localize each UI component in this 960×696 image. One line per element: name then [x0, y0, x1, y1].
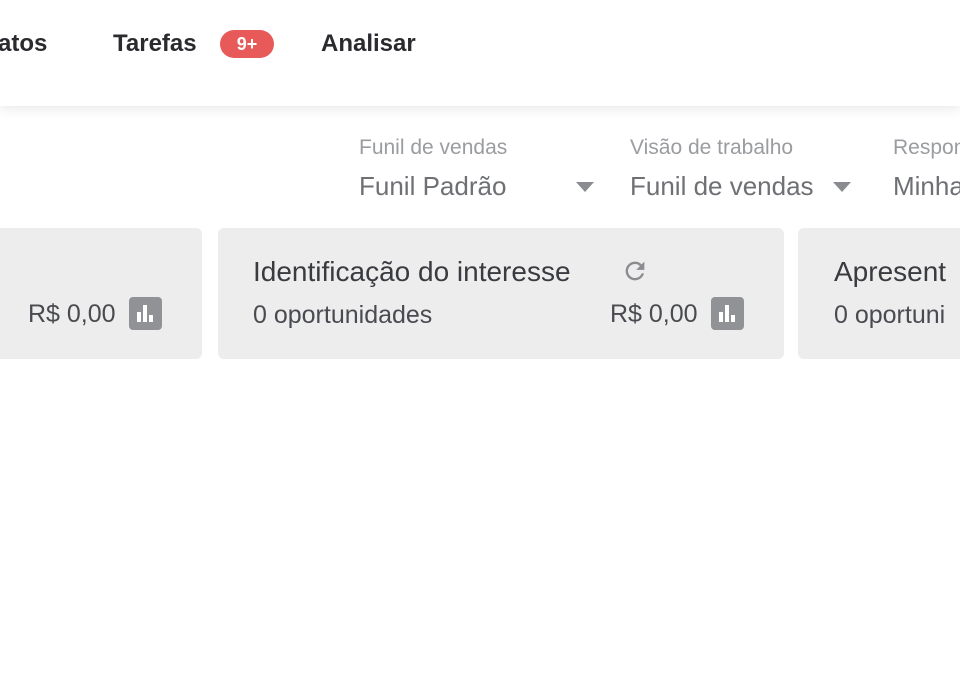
- filter-label: Respon: [893, 136, 960, 159]
- stage-title: Apresent: [834, 256, 947, 287]
- stage-amount: R$ 0,00: [28, 300, 116, 328]
- filter-value[interactable]: Funil de vendas: [630, 171, 814, 201]
- stage-card[interactable]: Identificação do interesse 0 oportunidad…: [218, 228, 784, 359]
- top-navigation-bar: atos Tarefas 9+ Analisar: [0, 0, 960, 106]
- filter-sales-funnel[interactable]: Funil de vendas Funil Padrão: [359, 136, 507, 201]
- pipeline-board: Funil de vendas Funil Padrão Visão de tr…: [0, 106, 960, 696]
- stage-card[interactable]: Apresent 0 oportuni: [798, 228, 960, 359]
- filter-value[interactable]: Minha: [893, 171, 960, 201]
- filter-label: Funil de vendas: [359, 136, 508, 159]
- nav-item-contatos[interactable]: atos: [0, 30, 47, 58]
- filter-work-view[interactable]: Visão de trabalho Funil de vendas: [630, 136, 814, 201]
- filter-label: Visão de trabalho: [630, 136, 794, 159]
- filter-responsible[interactable]: Respon Minha: [893, 136, 960, 201]
- tarefas-count-badge: 9+: [220, 30, 274, 58]
- filter-value[interactable]: Funil Padrão: [359, 171, 507, 201]
- stage-amount: R$ 0,00: [610, 300, 698, 328]
- bar-chart-icon[interactable]: [711, 297, 744, 330]
- stage-opportunity-count: 0 oportuni: [834, 301, 946, 329]
- nav-item-tarefas[interactable]: Tarefas: [113, 30, 197, 58]
- stage-opportunity-count: 0 oportunidades: [253, 301, 433, 329]
- bar-chart-icon[interactable]: [129, 297, 162, 330]
- chevron-down-icon[interactable]: [833, 182, 851, 192]
- stage-card[interactable]: R$ 0,00: [0, 228, 202, 359]
- nav-item-analisar[interactable]: Analisar: [321, 30, 416, 58]
- refresh-icon[interactable]: [621, 257, 649, 285]
- chevron-down-icon[interactable]: [576, 182, 594, 192]
- stage-title: Identificação do interesse: [253, 256, 571, 287]
